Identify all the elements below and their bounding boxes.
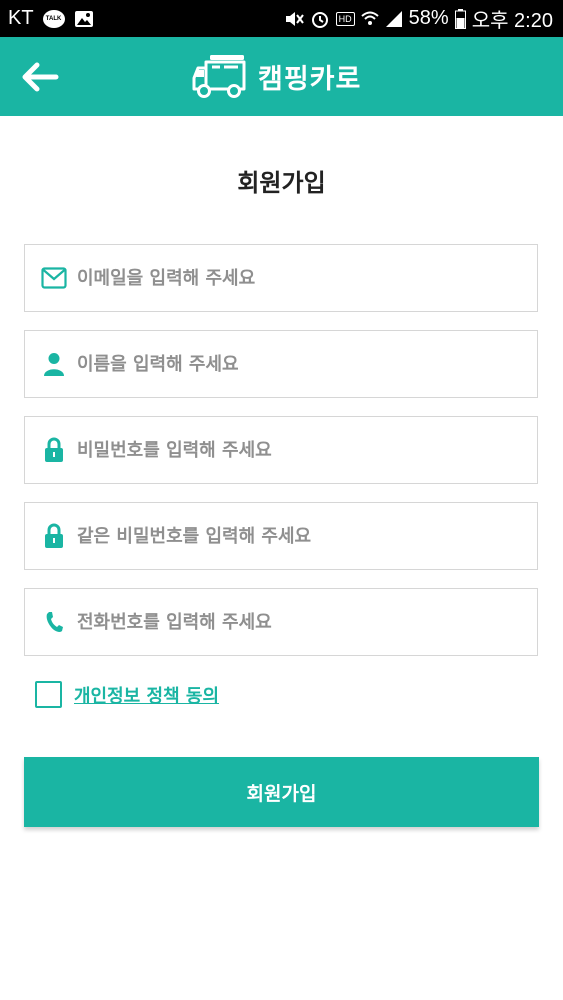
lock-icon	[41, 523, 67, 549]
clock-label: 오후 2:20	[471, 10, 553, 32]
privacy-agreement: 개인정보 정책 동의	[35, 681, 219, 708]
signup-button[interactable]: 회원가입	[24, 757, 539, 827]
privacy-checkbox[interactable]	[35, 681, 62, 708]
phone-icon	[41, 609, 67, 635]
battery-percent: 58%	[408, 7, 449, 29]
mail-icon	[41, 265, 67, 291]
password-confirm-field[interactable]	[24, 502, 538, 570]
email-input[interactable]	[75, 257, 537, 299]
alarm-icon	[310, 9, 330, 29]
hd-voice-icon: HD	[335, 11, 355, 26]
wifi-icon	[361, 10, 379, 28]
email-field[interactable]	[24, 244, 538, 312]
gallery-icon	[74, 10, 94, 28]
phone-input[interactable]	[75, 601, 537, 643]
back-button[interactable]	[20, 61, 60, 93]
privacy-policy-link[interactable]: 개인정보 정책 동의	[74, 682, 219, 708]
app-title: 캠핑카로	[258, 63, 362, 95]
app-bar: 캠핑카로	[0, 37, 563, 116]
password-confirm-input[interactable]	[75, 515, 537, 557]
brand: 캠핑카로	[192, 53, 361, 99]
status-bar: KT TALK HD 58% 오후 2:20	[0, 0, 563, 37]
person-icon	[41, 351, 67, 377]
page-title: 회원가입	[237, 169, 326, 197]
password-input[interactable]	[75, 429, 537, 471]
phone-field[interactable]	[24, 588, 538, 656]
lock-icon	[41, 437, 67, 463]
carrier-label: KT	[8, 7, 34, 29]
battery-icon	[454, 8, 466, 29]
camper-van-icon	[192, 55, 246, 98]
back-arrow-icon	[22, 62, 59, 92]
mute-icon	[284, 10, 304, 28]
name-field[interactable]	[24, 330, 538, 398]
kakaotalk-icon: TALK	[42, 9, 65, 28]
signal-icon	[385, 10, 403, 28]
password-field[interactable]	[24, 416, 538, 484]
name-input[interactable]	[75, 343, 537, 385]
talk-badge: TALK	[45, 15, 62, 22]
